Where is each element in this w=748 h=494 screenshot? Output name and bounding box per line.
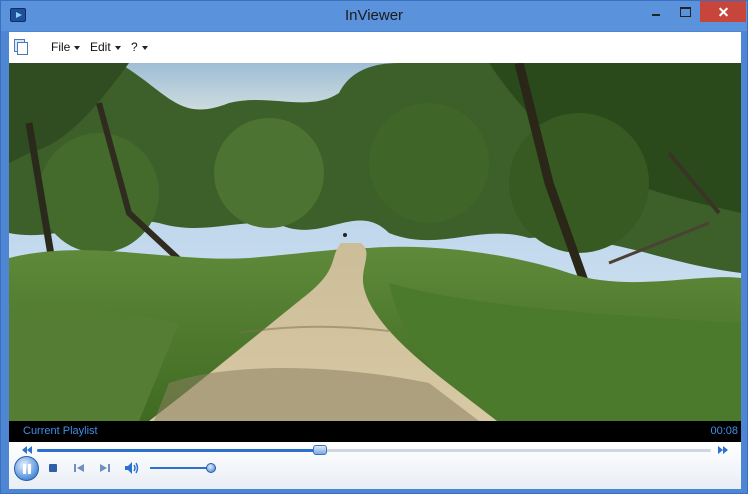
menu-bar: File Edit ?	[9, 32, 741, 64]
menu-edit-label: Edit	[90, 40, 111, 54]
playback-controls	[9, 442, 741, 489]
menu-file-label: File	[51, 40, 71, 54]
video-display[interactable]	[9, 63, 741, 421]
document-pages-icon[interactable]	[14, 39, 28, 55]
chevron-down-icon	[114, 45, 121, 50]
menu-edit[interactable]: Edit	[90, 40, 121, 54]
status-strip: Current Playlist 00:08	[9, 421, 741, 442]
menu-help[interactable]: ?	[131, 40, 148, 54]
close-button[interactable]	[700, 1, 746, 22]
pause-icon	[23, 464, 26, 474]
app-window: InViewer File Edit ? Current Playlist 00…	[0, 0, 748, 494]
client-area: File Edit ? Current Playlist 00:08	[9, 32, 741, 489]
next-track-icon[interactable]	[99, 463, 111, 473]
rewind-icon[interactable]	[21, 445, 33, 455]
title-bar[interactable]: InViewer	[1, 1, 747, 31]
chevron-down-icon	[141, 45, 148, 50]
volume-slider[interactable]	[150, 463, 216, 473]
volume-handle[interactable]	[205, 463, 216, 473]
pause-button[interactable]	[14, 456, 39, 481]
menu-help-label: ?	[131, 40, 138, 54]
window-title: InViewer	[344, 7, 404, 24]
minimize-button[interactable]	[641, 1, 671, 22]
previous-track-icon[interactable]	[73, 463, 85, 473]
video-frame	[9, 63, 741, 421]
fast-forward-icon[interactable]	[717, 445, 729, 455]
seek-handle[interactable]	[313, 445, 328, 455]
maximize-button[interactable]	[671, 1, 699, 22]
chevron-down-icon	[74, 45, 81, 50]
stop-button[interactable]	[49, 464, 57, 472]
seek-bar[interactable]	[37, 445, 711, 455]
seek-progress	[37, 449, 321, 452]
current-playlist-link[interactable]: Current Playlist	[23, 425, 98, 437]
volume-icon[interactable]	[124, 461, 140, 475]
elapsed-time: 00:08	[710, 425, 738, 437]
menu-file[interactable]: File	[51, 40, 81, 54]
